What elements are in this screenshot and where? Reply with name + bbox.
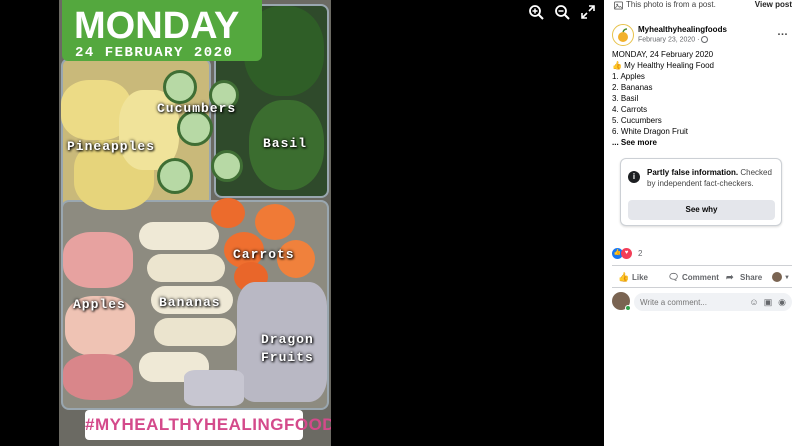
post-line: 1. Apples — [612, 72, 645, 81]
fullscreen-icon[interactable] — [580, 4, 596, 20]
comment-button[interactable]: 🗨 Comment — [668, 268, 719, 286]
zoom-out-icon[interactable] — [554, 4, 570, 20]
post-line: 5. Cucumbers — [612, 116, 662, 125]
carrot-slice — [211, 198, 245, 228]
post-text: MONDAY, 24 February 2020 👍 My Healthy He… — [612, 49, 794, 148]
camera-icon[interactable]: ▣ — [762, 296, 774, 308]
zoom-in-icon[interactable] — [528, 4, 544, 20]
date-subtitle: 24 FEBRUARY 2020 — [75, 45, 234, 61]
comment-icon: 🗨 — [668, 272, 680, 282]
love-reaction-icon: ♥ — [621, 248, 632, 259]
label-carrots: Carrots — [233, 247, 295, 262]
like-label: Like — [632, 273, 649, 282]
globe-icon — [701, 36, 709, 43]
post-date[interactable]: February 23, 2020 · — [638, 36, 709, 44]
post-line: 👍 My Healthy Healing Food — [612, 61, 715, 70]
online-status-dot — [625, 305, 631, 311]
label-pineapples: Pineapples — [67, 139, 156, 154]
date-badge: MONDAY 24 FEBRUARY 2020 — [62, 0, 262, 61]
fruit-logo-icon — [618, 28, 628, 42]
dragon-fruit-pieces — [184, 370, 244, 406]
cucumber-slice — [211, 150, 243, 182]
hashtag-badge: #MYHEALTHYHEALINGFOODS — [85, 410, 331, 440]
share-button[interactable]: ➦ Share — [726, 268, 762, 286]
see-why-button[interactable]: See why — [628, 200, 775, 220]
label-fruits: Fruits — [261, 350, 314, 365]
divider — [612, 287, 792, 288]
photo-notice-text: This photo is from a post. — [626, 0, 716, 9]
emoji-icon[interactable]: ☺ — [748, 296, 760, 308]
post-date-text: February 23, 2020 · — [638, 36, 700, 44]
post-line: 3. Basil — [612, 94, 639, 103]
photo-notice: This photo is from a post. View post — [604, 0, 800, 12]
page-avatar[interactable] — [612, 24, 634, 46]
user-avatar-small — [772, 271, 782, 282]
more-options-button[interactable]: … — [777, 26, 788, 38]
label-apples: Apples — [73, 297, 126, 312]
apple-slice — [63, 232, 133, 288]
banana-piece — [147, 254, 225, 282]
thumbs-up-icon: 👍 — [618, 272, 630, 282]
carrot-slice — [255, 204, 295, 240]
apple-slice — [63, 354, 133, 400]
label-cucumbers: Cucumbers — [157, 101, 237, 116]
reaction-audience-selector[interactable]: ▼ — [772, 268, 790, 286]
comment-label: Comment — [682, 273, 719, 282]
post-side-panel: This photo is from a post. View post Myh… — [604, 0, 800, 446]
share-label: Share — [740, 273, 763, 282]
cucumber-slice — [157, 158, 193, 194]
post-actions: 👍 Like 🗨 Comment ➦ Share ▼ — [612, 268, 794, 286]
page-name-link[interactable]: Myhealthyhealingfoods — [638, 25, 727, 34]
caret-down-icon: ▼ — [784, 275, 790, 281]
comment-input[interactable] — [634, 293, 744, 311]
label-dragon: Dragon — [261, 332, 314, 347]
photo-viewer: MONDAY 24 FEBRUARY 2020 Pineapples Cucum… — [0, 0, 604, 446]
post-photo[interactable]: MONDAY 24 FEBRUARY 2020 Pineapples Cucum… — [59, 0, 331, 446]
label-basil: Basil — [263, 136, 308, 151]
comment-composer[interactable]: ☺ ▣ ◉ — [634, 293, 792, 311]
image-icon — [614, 1, 623, 10]
banana-piece — [154, 318, 236, 346]
banana-piece — [139, 222, 219, 250]
info-icon: i — [628, 171, 640, 183]
like-button[interactable]: 👍 Like — [618, 268, 648, 286]
view-post-link[interactable]: View post — [755, 0, 792, 9]
fact-check-text: Partly false information. Checked by ind… — [647, 167, 777, 189]
sticker-icon[interactable]: ◉ — [776, 296, 788, 308]
photo-viewer-page: MONDAY 24 FEBRUARY 2020 Pineapples Cucum… — [0, 0, 800, 446]
share-icon: ➦ — [726, 272, 734, 282]
cucumber-slice — [163, 70, 197, 104]
reaction-count: 2 — [638, 249, 643, 258]
post-line: 2. Bananas — [612, 83, 653, 92]
post-line: 6. White Dragon Fruit — [612, 127, 689, 136]
post-line: 4. Carrots — [612, 105, 648, 114]
day-title: MONDAY — [74, 5, 240, 47]
fact-check-title: Partly false information. — [647, 168, 739, 177]
post-line: MONDAY, 24 February 2020 — [612, 50, 714, 59]
see-more-link[interactable]: ... See more — [612, 137, 794, 148]
divider — [612, 265, 792, 266]
fact-check-notice: i Partly false information. Checked by i… — [620, 158, 782, 226]
label-bananas: Bananas — [159, 295, 221, 310]
hashtag-text: #MYHEALTHYHEALINGFOODS — [85, 415, 331, 434]
